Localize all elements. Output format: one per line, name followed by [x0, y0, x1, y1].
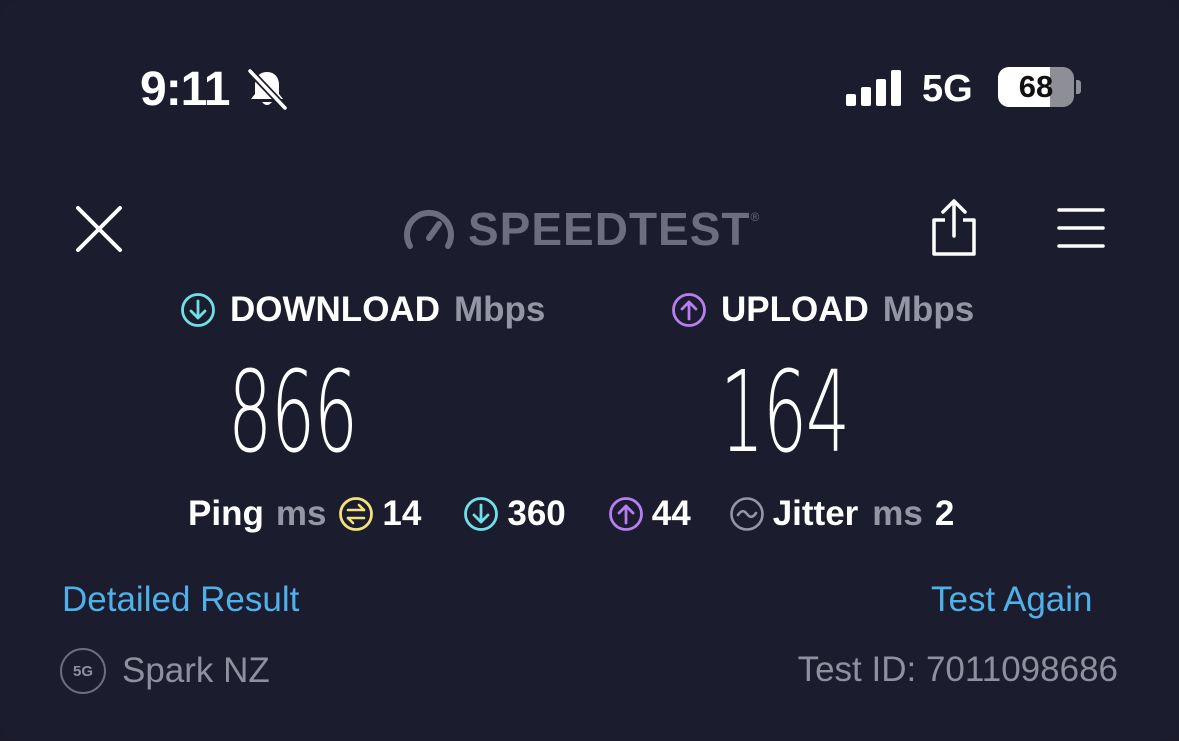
download-arrow-icon	[181, 293, 215, 327]
battery-level: 68	[1018, 69, 1054, 104]
logo-text: SPEEDTEST	[468, 203, 751, 255]
idle-ping-icon	[339, 497, 374, 531]
provider-info: 5G Spark NZ	[60, 648, 270, 694]
speedtest-result-screen: 9:11 5G 68 SPEEDTEST ® DOWNLOAD Mbps 866…	[0, 0, 1179, 741]
jitter-label: Jitter	[772, 494, 859, 533]
detailed-result-link[interactable]: Detailed Result	[62, 580, 299, 620]
upload-arrow-icon	[672, 293, 706, 327]
jitter-icon	[729, 497, 764, 531]
ping-label: Ping	[188, 494, 264, 533]
bell-muted-icon	[247, 68, 288, 111]
share-button[interactable]	[926, 198, 982, 258]
speedtest-logo: SPEEDTEST ®	[402, 203, 760, 255]
test-again-link[interactable]: Test Again	[931, 580, 1093, 620]
download-speed: 866	[228, 348, 358, 478]
upload-ping-icon	[608, 497, 643, 531]
download-unit: Mbps	[453, 290, 546, 329]
speedometer-icon	[404, 209, 454, 249]
download-label-row: DOWNLOAD Mbps	[180, 290, 545, 330]
close-button[interactable]	[70, 200, 128, 258]
jitter-unit: ms	[872, 494, 923, 533]
download-ping-icon	[464, 497, 499, 531]
battery-icon: 68	[998, 67, 1084, 109]
provider-name: Spark NZ	[122, 651, 270, 690]
ping-unit: ms	[275, 494, 327, 533]
test-id: Test ID: 7011098686	[797, 650, 1118, 689]
battery-tip	[1076, 80, 1081, 94]
upload-unit: Mbps	[882, 290, 975, 329]
network-badge: 5G	[60, 648, 106, 694]
status-time: 9:11	[140, 63, 230, 116]
network-type: 5G	[922, 68, 973, 110]
cellular-signal-icon	[846, 70, 901, 106]
upload-label: UPLOAD	[721, 290, 869, 329]
jitter-value: 2	[934, 494, 955, 533]
hamburger-menu-button[interactable]	[1056, 204, 1106, 252]
download-label: DOWNLOAD	[230, 290, 440, 329]
ping-jitter-row: Ping ms 14 360 44 Jitter ms 2	[188, 492, 954, 536]
idle-ping-value: 14	[382, 494, 422, 533]
download-ping-value: 360	[507, 494, 566, 533]
upload-speed: 164	[720, 348, 850, 478]
upload-label-row: UPLOAD Mbps	[671, 290, 974, 330]
upload-ping-value: 44	[651, 494, 691, 533]
logo-trademark: ®	[750, 210, 760, 224]
